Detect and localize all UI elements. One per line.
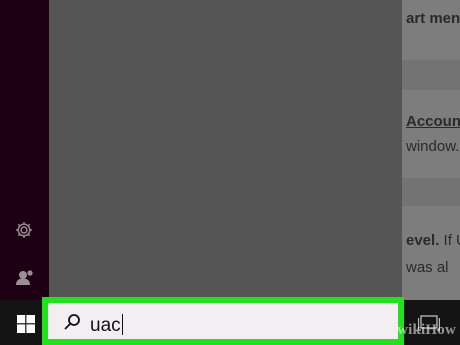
start-menu-rail (0, 0, 49, 300)
doc-bold-fragment: evel. (406, 232, 440, 249)
search-input-value: uac (90, 315, 121, 336)
gear-icon[interactable] (14, 220, 34, 240)
doc-link-fragment: Account (406, 113, 460, 130)
doc-text-fragment: evel. If U (406, 232, 460, 249)
doc-text-fragment: If U (443, 232, 460, 249)
section-band (402, 60, 460, 90)
wikihow-watermark: wikiHow (397, 322, 456, 338)
doc-text-fragment: window. (406, 138, 460, 155)
windows-logo-icon[interactable] (17, 315, 35, 333)
doc-heading-fragment: art men (406, 10, 460, 27)
search-input[interactable]: uac (90, 314, 123, 337)
taskbar-search-box[interactable]: uac (42, 297, 404, 345)
background-document: art men Account window. evel. If U was a… (402, 0, 460, 300)
search-icon (63, 313, 81, 331)
doc-text-fragment: was al (406, 259, 449, 276)
start-menu-results-panel (49, 0, 402, 300)
user-icon[interactable] (14, 266, 36, 288)
text-caret (121, 314, 123, 335)
section-band (402, 178, 460, 206)
